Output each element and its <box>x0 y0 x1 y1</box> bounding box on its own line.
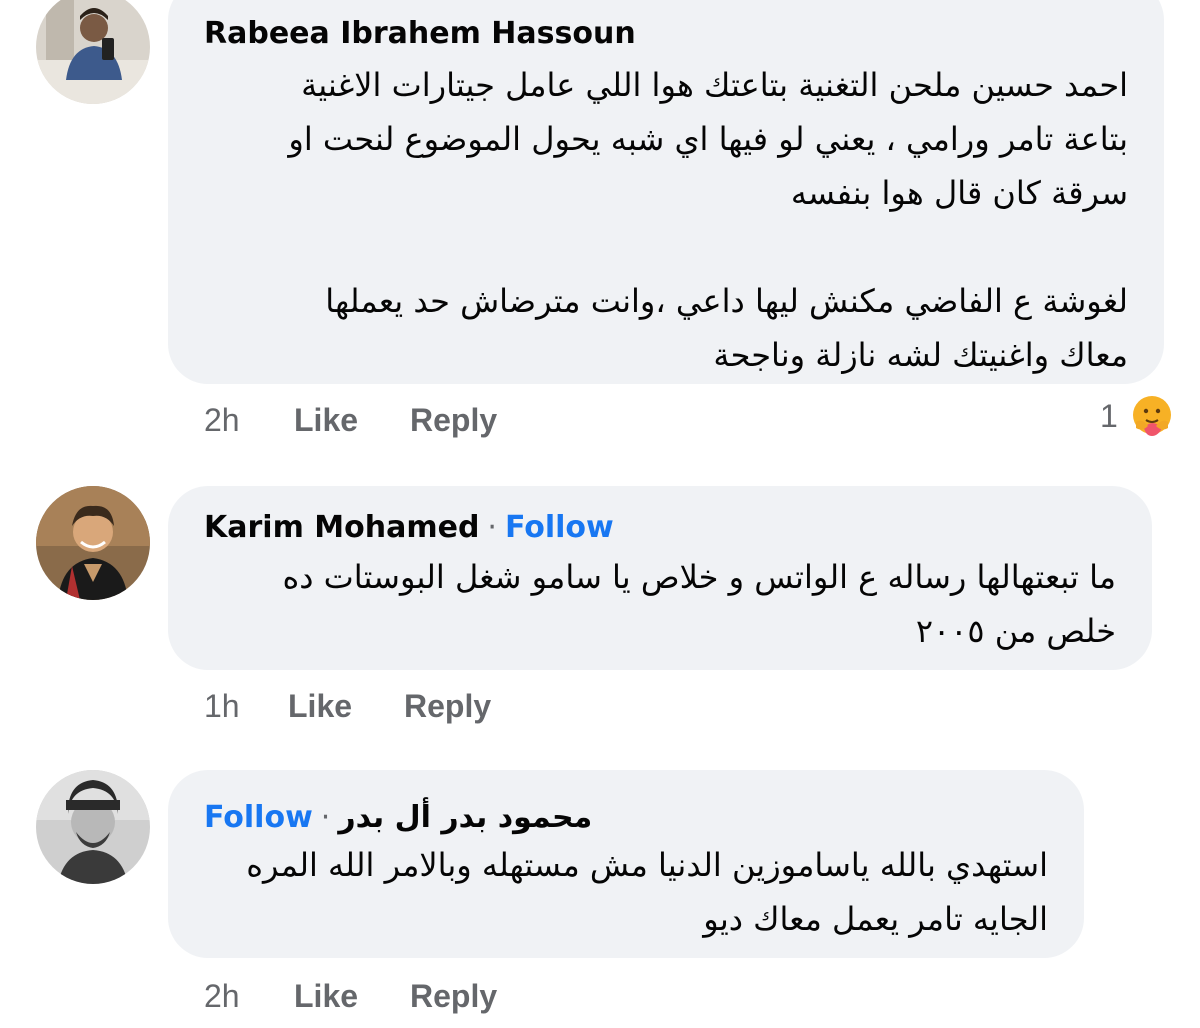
avatar-photo <box>36 770 150 884</box>
comment-text: ما تبعتهالها رساله ع الواتس و خلاص يا سا… <box>282 550 1116 658</box>
avatar-photo <box>36 0 150 104</box>
comment-line: سرقة كان قال هوا بنفسه <box>790 174 1128 212</box>
comment-time[interactable]: 2h <box>204 402 240 439</box>
comment-time[interactable]: 2h <box>204 978 240 1015</box>
comment-header: Rabeea Ibrahem Hassoun <box>204 14 636 54</box>
comment-line <box>288 220 1128 274</box>
comment-time[interactable]: 1h <box>204 688 240 725</box>
follow-button[interactable]: Follow <box>505 510 614 545</box>
author-name[interactable]: Rabeea Ibrahem Hassoun <box>204 16 636 51</box>
follow-button[interactable]: Follow <box>204 800 313 835</box>
comment-bubble: Follow · محمود بدر أل بدر استهدي بالله ياس… <box>168 770 1084 958</box>
care-reaction-icon <box>1130 394 1174 438</box>
comment-line: بتاعة تامر ورامي ، يعني لو فيها اي شبه ي… <box>288 120 1128 158</box>
comment-line: لغوشة ع الفاضي مكنش ليها داعي ،وانت مترض… <box>325 282 1128 320</box>
separator-dot: · <box>487 510 497 545</box>
like-button[interactable]: Like <box>288 688 352 725</box>
like-button[interactable]: Like <box>294 978 358 1015</box>
reply-button[interactable]: Reply <box>410 402 497 439</box>
comment-bubble: Rabeea Ibrahem Hassoun احمد حسين ملحن ال… <box>168 0 1164 384</box>
avatar[interactable] <box>36 770 150 884</box>
comment-line: استهدي بالله ياساموزين الدنيا مش مستهله … <box>246 846 1048 884</box>
avatar[interactable] <box>36 486 150 600</box>
separator-dot: · <box>320 800 331 835</box>
comment-header: Follow · محمود بدر أل بدر <box>204 798 592 838</box>
reply-button[interactable]: Reply <box>404 688 491 725</box>
author-name[interactable]: محمود بدر أل بدر <box>338 800 592 835</box>
comment-line: معاك واغنيتك لشه نازلة وناجحة <box>713 336 1128 374</box>
avatar[interactable] <box>36 0 150 104</box>
author-name[interactable]: Karim Mohamed <box>204 510 479 545</box>
comment-line: احمد حسين ملحن التغنية بتاعتك هوا اللي ع… <box>301 66 1128 104</box>
reaction-count: 1 <box>1100 398 1118 434</box>
comment-text: احمد حسين ملحن التغنية بتاعتك هوا اللي ع… <box>288 58 1128 382</box>
reply-button[interactable]: Reply <box>410 978 497 1015</box>
comment-line: ما تبعتهالها رساله ع الواتس و خلاص يا سا… <box>282 558 1116 596</box>
comment-line: الجايه تامر يعمل معاك ديو <box>703 900 1048 938</box>
comment-header: Karim Mohamed · Follow <box>204 508 614 548</box>
like-button[interactable]: Like <box>294 402 358 439</box>
avatar-photo <box>36 486 150 600</box>
comment-bubble: Karim Mohamed · Follow ما تبعتهالها رساله … <box>168 486 1152 670</box>
comment-text: استهدي بالله ياساموزين الدنيا مش مستهله … <box>246 838 1048 946</box>
reaction-summary[interactable]: 1 <box>1100 392 1180 442</box>
comment-line: خلص من ٢٠٠٥ <box>915 612 1116 650</box>
comment-2: Karim Mohamed · Follow ما تبعتهالها رساله … <box>0 480 1200 740</box>
comment-1: Rabeea Ibrahem Hassoun احمد حسين ملحن ال… <box>0 0 1200 460</box>
comment-3: Follow · محمود بدر أل بدر استهدي بالله ياس… <box>0 770 1200 1028</box>
